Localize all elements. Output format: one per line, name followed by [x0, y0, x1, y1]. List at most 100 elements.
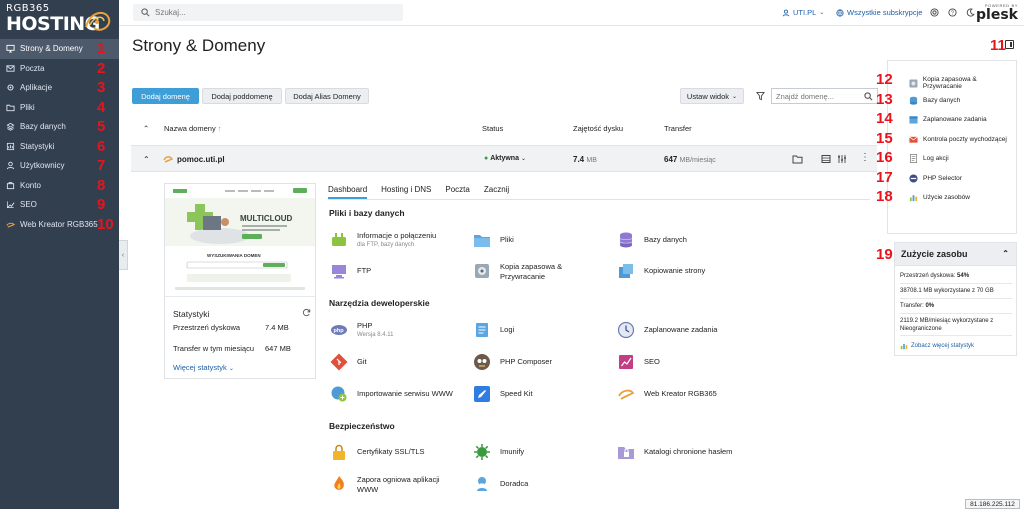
- search-icon[interactable]: [864, 91, 873, 101]
- rgb365-hosting-logo[interactable]: RGB365 HOSTING: [6, 3, 114, 37]
- add-domain-button[interactable]: Dodaj domenę: [132, 88, 199, 104]
- tool-protected-dirs[interactable]: Katalogi chronione hasłem: [617, 443, 732, 461]
- quick-tools-panel: Kopia zapasowa & Przywracanie Bazy danyc…: [887, 60, 1017, 234]
- website-thumbnail[interactable]: MULTICLOUD WYSZUKIWANIA DOMEN: [165, 184, 315, 297]
- tab-hosting-dns[interactable]: Hosting i DNS: [381, 185, 431, 199]
- find-domain-box[interactable]: [771, 88, 878, 104]
- tool-copy-site[interactable]: Kopiowanie strony: [617, 262, 705, 280]
- sidebar-item-statistics[interactable]: Statystyki 6: [0, 137, 119, 157]
- quick-tool-outgoing-mail[interactable]: Kontrola poczty wychodzącej: [909, 135, 1007, 144]
- tool-advisor[interactable]: Doradca: [473, 475, 528, 493]
- backup-icon: [909, 79, 918, 87]
- user-icon: [6, 161, 15, 170]
- tool-logs[interactable]: Logi: [473, 321, 514, 339]
- sidebar-item-web-kreator[interactable]: Web Kreator RGB365 10: [0, 215, 119, 235]
- add-subdomain-button[interactable]: Dodaj poddomenę: [202, 88, 282, 104]
- more-stats-link[interactable]: Więcej statystyk ⌄: [173, 363, 234, 372]
- expand-all-icon[interactable]: ⌃: [143, 124, 149, 133]
- tool-git[interactable]: Git: [330, 353, 367, 371]
- add-alias-button[interactable]: Dodaj Alias Domeny: [285, 88, 369, 104]
- marker-number: 11: [990, 37, 1006, 54]
- sidebar-item-databases[interactable]: Bazy danych 5: [0, 117, 119, 137]
- column-header-transfer[interactable]: Transfer: [664, 124, 692, 133]
- collapse-row-icon[interactable]: ⌃: [143, 155, 150, 164]
- tool-files[interactable]: Pliki: [473, 231, 514, 249]
- dark-mode-icon[interactable]: [966, 8, 975, 17]
- section-title-security: Bezpieczeństwo: [329, 421, 395, 431]
- folder-icon[interactable]: [792, 154, 803, 164]
- usage-more-link[interactable]: Zobacz więcej statystyk: [900, 342, 1012, 350]
- tool-label: Certyfikaty SSL/TLS: [357, 447, 425, 456]
- tool-databases[interactable]: Bazy danych: [617, 231, 687, 249]
- tool-ssl[interactable]: Certyfikaty SSL/TLS: [330, 443, 425, 461]
- sidebar-item-account[interactable]: Konto 8: [0, 176, 119, 196]
- tool-label-line2: Przywracanie: [500, 272, 546, 281]
- usage-transfer-detail: 2119.2 MB/miesiąc wykorzystane z Nieogra…: [900, 318, 994, 332]
- toggle-panel-icon[interactable]: [1005, 40, 1014, 49]
- tool-import-website[interactable]: Importowanie serwisu WWW: [330, 385, 453, 403]
- web-kreator-icon: [617, 385, 635, 403]
- tool-seo[interactable]: SEO: [617, 353, 660, 371]
- tool-label: Kopiowanie strony: [644, 266, 706, 275]
- usage-transfer-pct: 0%: [925, 303, 935, 309]
- column-header-name[interactable]: Nazwa domeny ↑: [164, 124, 222, 133]
- help-icon[interactable]: ?: [948, 8, 957, 17]
- tool-scheduled-tasks[interactable]: Zaplanowane zadania: [617, 321, 717, 339]
- tool-speed-kit[interactable]: Speed Kit: [473, 385, 533, 403]
- quick-tool-label: Zaplanowane zadania: [923, 116, 987, 123]
- tool-backup[interactable]: Kopia zapasowa & Przywracanie: [473, 262, 562, 282]
- section-title-dev: Narzędzia deweloperskie: [329, 298, 430, 308]
- quick-tool-action-log[interactable]: Log akcji: [909, 154, 949, 163]
- quick-tool-databases[interactable]: Bazy danych: [909, 96, 960, 105]
- sidebar-item-users[interactable]: Użytkownicy 7: [0, 156, 119, 176]
- tool-waf[interactable]: Zapora ogniowa aplikacji WWW: [330, 475, 440, 495]
- sidebar-item-apps[interactable]: Aplikacje 3: [0, 78, 119, 98]
- refresh-icon[interactable]: [302, 308, 311, 317]
- account-dropdown[interactable]: UTI.PL ⌄: [782, 8, 824, 17]
- table-row[interactable]: ⌃ pomoc.uti.pl ● Aktywna ⌄ 7.4 MB 647 MB…: [131, 145, 877, 172]
- tool-imunify[interactable]: Imunify: [473, 443, 524, 461]
- tab-mail[interactable]: Poczta: [445, 185, 469, 199]
- view-settings-button[interactable]: Ustaw widok ⌄: [680, 88, 744, 104]
- lifebuoy-icon[interactable]: [930, 8, 939, 17]
- tool-connection-info[interactable]: Informacje o połączeniu dla FTP, bazy dan…: [330, 231, 436, 250]
- svg-text:php: php: [334, 328, 345, 334]
- find-domain-input[interactable]: [776, 91, 864, 101]
- more-actions-icon[interactable]: ⋮: [860, 152, 870, 163]
- domain-name-link[interactable]: pomoc.uti.pl: [177, 155, 225, 164]
- tool-ftp[interactable]: FTP: [330, 262, 371, 280]
- tool-php[interactable]: php PHP Wersja 8.4.11: [330, 321, 393, 340]
- user-icon: [782, 9, 790, 16]
- global-search[interactable]: [133, 4, 403, 21]
- sidebar-collapse-button[interactable]: ‹: [119, 240, 128, 270]
- quick-tool-backup[interactable]: Kopia zapasowa & Przywracanie: [909, 76, 1016, 90]
- database-icon[interactable]: [821, 154, 831, 164]
- subscriptions-link[interactable]: Wszystkie subskrypcje: [836, 8, 922, 17]
- sidebar-item-mail[interactable]: Poczta 2: [0, 59, 119, 79]
- quick-tool-resource-usage[interactable]: Użycie zasobów: [909, 193, 970, 202]
- tool-web-kreator[interactable]: Web Kreator RGB365: [617, 385, 717, 403]
- column-header-disk[interactable]: Zajętość dysku: [573, 124, 623, 133]
- tab-start[interactable]: Zacznij: [484, 185, 509, 199]
- status-badge[interactable]: ● Aktywna ⌄: [484, 155, 526, 162]
- divider: [900, 313, 1012, 314]
- filter-icon[interactable]: [756, 91, 765, 101]
- sidebar-item-seo[interactable]: SEO 9: [0, 195, 119, 215]
- sidebar-item-files[interactable]: Pliki 4: [0, 98, 119, 118]
- sidebar-item-domains[interactable]: Strony & Domeny 1: [0, 39, 119, 59]
- column-header-status[interactable]: Status: [482, 124, 503, 133]
- usage-disk-label: Przestrzeń dyskowa:: [900, 273, 956, 279]
- settings-sliders-icon[interactable]: [837, 154, 847, 164]
- ip-address-badge: 81.186.225.112: [965, 499, 1020, 509]
- resource-usage-header[interactable]: Zużycie zasobu ⌃: [895, 243, 1016, 266]
- tool-php-composer[interactable]: PHP Composer: [473, 353, 552, 371]
- gear-icon: [6, 83, 15, 92]
- disk-usage-value: 7.4: [573, 155, 585, 164]
- quick-tool-php-selector[interactable]: PHP Selector: [909, 174, 962, 183]
- tab-dashboard[interactable]: Dashboard: [328, 185, 368, 199]
- status-label: Aktywna: [490, 155, 519, 162]
- marker-number: 14: [876, 110, 893, 127]
- search-input[interactable]: [155, 8, 395, 17]
- quick-tool-scheduled[interactable]: Zaplanowane zadania: [909, 115, 987, 124]
- imunify-icon: [473, 443, 491, 461]
